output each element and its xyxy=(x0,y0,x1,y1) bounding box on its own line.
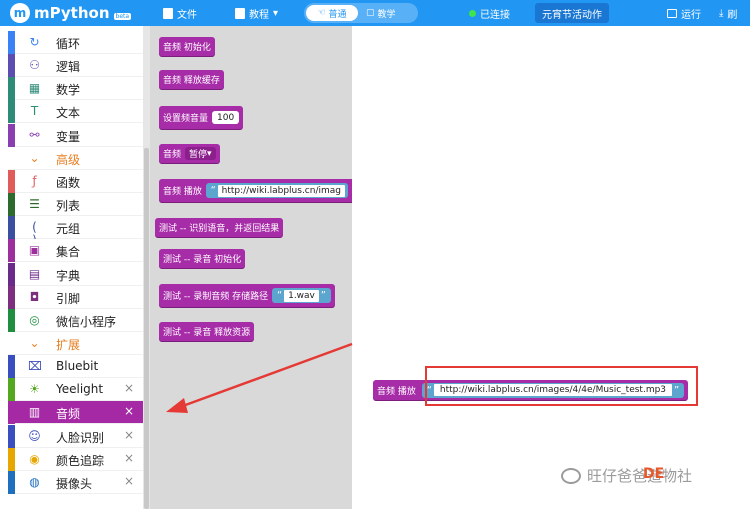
app-window: m mPython beta 文件 教程 ▾ ☜ 普通 ▢ 教学 已连接 元宵节… xyxy=(0,0,750,509)
watermark-text: 旺仔爸爸造物社 xyxy=(587,467,693,485)
watermark: 旺仔爸爸造物社 DE xyxy=(561,465,692,486)
watermark-de: DE xyxy=(643,466,665,482)
annotation-arrow-icon xyxy=(166,342,353,413)
wechat-icon xyxy=(561,467,581,484)
